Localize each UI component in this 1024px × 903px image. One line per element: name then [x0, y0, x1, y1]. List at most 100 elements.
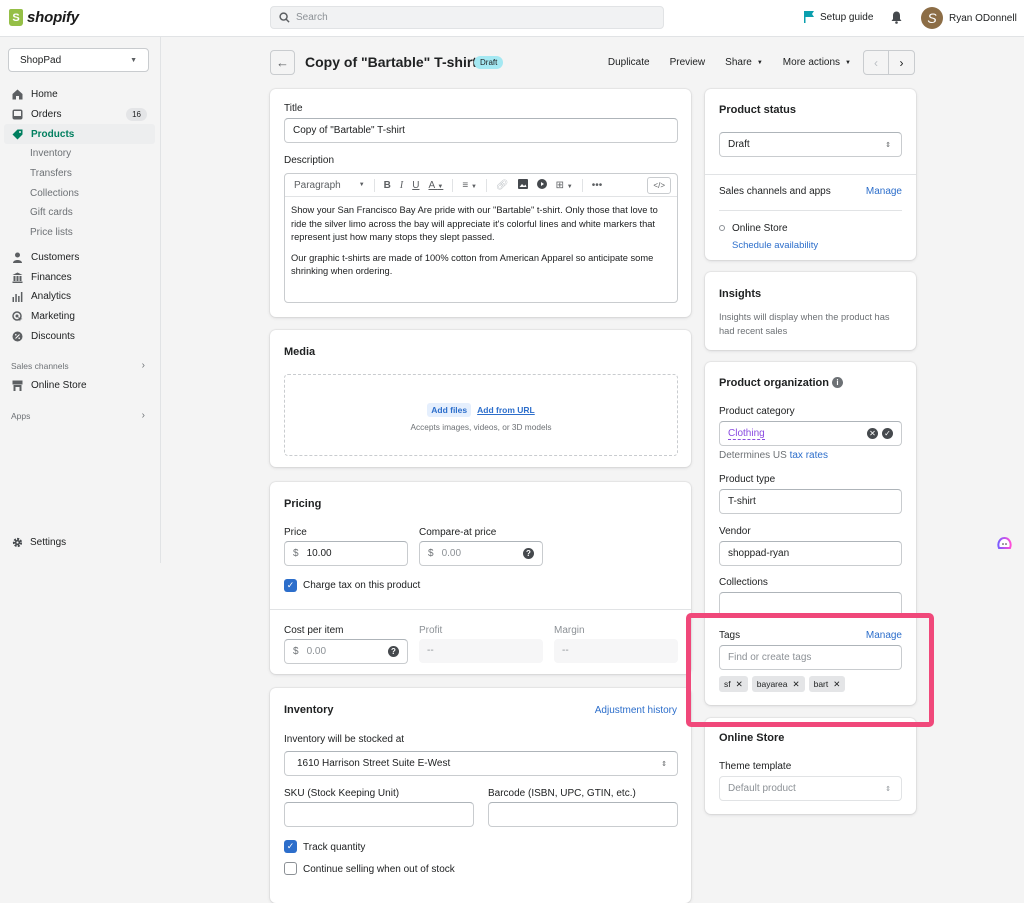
cost-label: Cost per item	[284, 625, 344, 636]
help-icon[interactable]: ?	[523, 548, 534, 559]
video-icon[interactable]	[536, 178, 547, 192]
next-product-button[interactable]: ›	[889, 51, 914, 74]
vendor-input[interactable]: shoppad-ryan	[719, 541, 902, 566]
chevron-right-icon: ›	[141, 360, 145, 372]
nav-item-finances[interactable]: Finances	[4, 267, 155, 287]
back-button[interactable]: ←	[270, 50, 295, 75]
caret-down-icon: ▼	[130, 57, 137, 64]
more-icon[interactable]: •••	[592, 180, 603, 191]
nav-item-orders[interactable]: Orders 16	[4, 105, 155, 125]
confirm-icon[interactable]: ✓	[882, 428, 893, 439]
theme-template-select[interactable]: Default product ⇕	[719, 776, 902, 801]
format-select[interactable]: Paragraph ▼	[294, 180, 365, 191]
clear-icon[interactable]: ✕	[867, 428, 878, 439]
charge-tax-checkbox[interactable]: ✓	[284, 579, 297, 592]
duplicate-button[interactable]: Duplicate	[598, 57, 660, 68]
pricing-card: Pricing Price $ 10.00 Compare-at price $…	[270, 482, 691, 674]
select-arrows-icon: ⇕	[661, 760, 667, 768]
location-select[interactable]: 1610 Harrison Street Suite E-West ⇕	[284, 751, 678, 776]
search-icon	[279, 12, 290, 23]
assistant-widget[interactable]	[997, 536, 1012, 550]
compare-at-input[interactable]: $ 0.00 ?	[419, 541, 543, 566]
share-label: Share	[725, 57, 752, 68]
nav-sub-price-lists[interactable]: Price lists	[4, 223, 155, 243]
nav-item-settings[interactable]: Settings	[12, 537, 66, 548]
previous-product-button[interactable]: ‹	[864, 51, 889, 74]
main-nav: Home Orders 16 Products Inventory Transf…	[4, 85, 155, 426]
track-quantity-checkbox[interactable]: ✓	[284, 840, 297, 853]
schedule-availability-link[interactable]: Schedule availability	[732, 240, 818, 251]
more-actions-button[interactable]: More actions ▼	[773, 57, 861, 68]
nav-item-online-store[interactable]: Online Store	[4, 376, 155, 396]
sales-channels-title: Sales channels and apps	[719, 186, 831, 197]
apps-label: Apps	[11, 410, 31, 421]
nav-sub-inventory[interactable]: Inventory	[4, 144, 155, 164]
code-view-button[interactable]: </>	[647, 176, 671, 194]
category-input[interactable]: Clothing ✕ ✓	[719, 421, 902, 446]
media-dropzone[interactable]: Add files Add from URL Accepts images, v…	[284, 374, 678, 456]
currency-prefix: $	[293, 646, 299, 657]
price-value: 10.00	[306, 548, 332, 559]
title-input[interactable]: Copy of "Bartable" T-shirt	[284, 118, 678, 143]
preview-button[interactable]: Preview	[660, 57, 716, 68]
category-hint-text: Determines US	[719, 450, 787, 461]
category-label: Product category	[719, 406, 795, 417]
editor-body[interactable]: Show your San Francisco Bay Are pride wi…	[285, 197, 677, 293]
nav-sub-collections[interactable]: Collections	[4, 183, 155, 203]
select-arrows-icon: ⇕	[885, 785, 891, 793]
nav-sub-gift-cards[interactable]: Gift cards	[4, 203, 155, 223]
bold-icon[interactable]: B	[384, 180, 391, 191]
search-input[interactable]: Search	[270, 6, 664, 29]
status-select[interactable]: Draft ⇕	[719, 132, 902, 157]
nav-item-marketing[interactable]: Marketing	[4, 307, 155, 327]
nav-item-analytics[interactable]: Analytics	[4, 287, 155, 307]
pricing-title: Pricing	[284, 498, 322, 510]
cost-placeholder: 0.00	[306, 646, 327, 657]
shopify-logo[interactable]: S shopify	[9, 9, 79, 26]
link-icon[interactable]: 🔗︎	[496, 180, 509, 191]
manage-channels-link[interactable]: Manage	[866, 186, 902, 197]
nav-sub-transfers[interactable]: Transfers	[4, 164, 155, 184]
add-from-url-link[interactable]: Add from URL	[477, 403, 535, 417]
adjustment-history-link[interactable]: Adjustment history	[595, 705, 677, 716]
apps-header[interactable]: Apps ›	[4, 406, 155, 426]
text-color-icon[interactable]: A ▼	[428, 180, 443, 191]
align-icon[interactable]: ≡ ▼	[462, 180, 477, 191]
brand-name: shopify	[27, 9, 79, 26]
organization-title: Product organization	[719, 377, 829, 389]
user-menu[interactable]: S Ryan ODonnell	[921, 7, 1017, 29]
table-icon[interactable]: ⊞ ▼	[556, 180, 573, 191]
media-card: Media Add files Add from URL Accepts ima…	[270, 330, 691, 467]
nav-item-products[interactable]: Products	[4, 124, 155, 145]
header-actions: Duplicate Preview Share ▼ More actions ▼ ‹…	[598, 50, 915, 75]
sku-input[interactable]	[284, 802, 474, 827]
nav-label: Products	[31, 128, 75, 140]
product-type-input[interactable]: T-shirt	[719, 489, 902, 514]
setup-guide-button[interactable]: Setup guide	[804, 11, 873, 23]
share-button[interactable]: Share ▼	[715, 57, 773, 68]
profit-field: --	[419, 639, 543, 663]
settings-label: Settings	[30, 537, 67, 548]
tax-rates-link[interactable]: tax rates	[790, 450, 828, 461]
add-files-button[interactable]: Add files	[427, 403, 472, 417]
price-input[interactable]: $ 10.00	[284, 541, 408, 566]
continue-selling-checkbox[interactable]	[284, 862, 297, 875]
help-icon[interactable]: ?	[388, 646, 399, 657]
image-icon[interactable]	[517, 178, 528, 192]
underline-icon[interactable]: U	[412, 180, 419, 191]
location-label: Inventory will be stocked at	[284, 734, 405, 745]
nav-item-home[interactable]: Home	[4, 85, 155, 105]
italic-icon[interactable]: I	[400, 180, 403, 191]
description-paragraph: Show your San Francisco Bay Are pride wi…	[291, 205, 658, 243]
nav-item-customers[interactable]: Customers	[4, 248, 155, 268]
cost-per-item-input[interactable]: $ 0.00 ?	[284, 639, 408, 664]
sales-channels-header[interactable]: Sales channels ›	[4, 356, 155, 376]
nav-item-discounts[interactable]: Discounts	[4, 326, 155, 346]
notifications-button[interactable]	[891, 11, 902, 27]
profit-label: Profit	[419, 625, 443, 636]
store-selector[interactable]: ShopPad ▼	[8, 48, 149, 72]
theme-template-value: Default product	[728, 783, 796, 794]
info-icon[interactable]: i	[832, 377, 843, 388]
inventory-card: Inventory Adjustment history Inventory w…	[270, 688, 691, 903]
barcode-input[interactable]	[488, 802, 678, 827]
